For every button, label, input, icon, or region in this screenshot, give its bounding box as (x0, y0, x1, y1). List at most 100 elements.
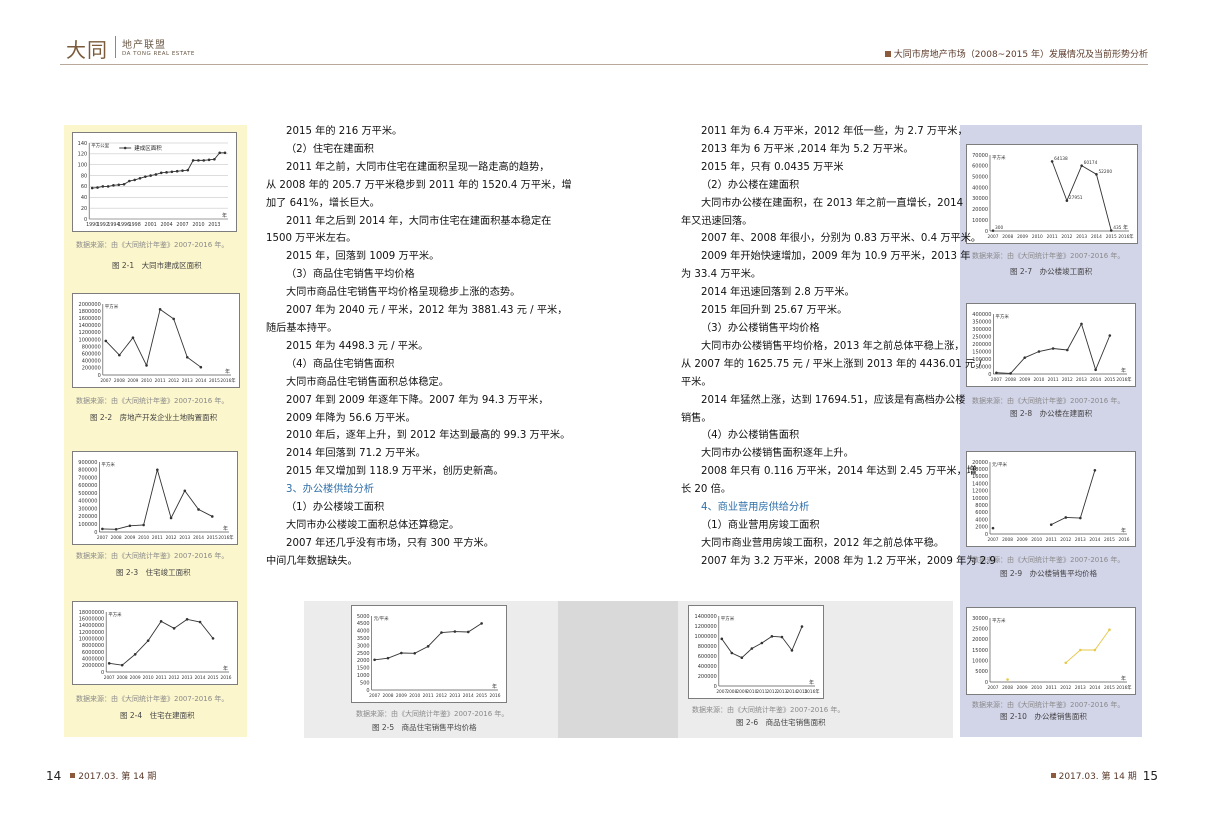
y-tick-label: 60 (81, 184, 87, 190)
data-point (770, 635, 774, 638)
text-line: （2）住宅在建面积 (286, 143, 374, 155)
y-tick-label: 200000 (82, 366, 101, 372)
x-tick-label: 2012 (169, 675, 180, 681)
y-tick-label: 5000 (357, 614, 370, 620)
x-tick-label: 2009 (396, 693, 407, 699)
data-point (131, 336, 135, 340)
data-point (1064, 516, 1068, 519)
data-point (120, 663, 124, 667)
x-axis-unit-label: 年 (1121, 527, 1126, 534)
y-tick-label: 10000 (972, 658, 988, 664)
figure-source-note: 数据来源：由《大同统计年鉴》2007-2016 年。 (76, 241, 229, 249)
y-tick-label: 140 (78, 141, 88, 147)
y-tick-label: 800000 (82, 344, 101, 350)
text-line: 2015 年又增加到 118.9 万平米，创历史新高。 (286, 466, 504, 478)
x-tick-label: 2014 (193, 535, 204, 541)
text-line: （1）办公楼竣工面积 (286, 502, 385, 514)
logo-divider (115, 36, 116, 58)
running-header-text: 大同市房地产市场（2008~2015 年）发展情况及当前形势分析 (893, 50, 1148, 60)
data-point (218, 151, 221, 155)
data-label: 300 (995, 225, 1003, 231)
y-tick-label: 0 (985, 680, 988, 686)
figure-source-note: 数据来源：由《大同统计年鉴》2007-2016 年。 (76, 552, 229, 560)
data-point (199, 365, 203, 369)
x-tick-label: 2014 (1091, 234, 1102, 240)
x-tick-label: 2011 (1048, 377, 1059, 383)
y-tick-label: 4500 (357, 621, 370, 627)
x-tick-label: 2013 (1075, 537, 1086, 543)
text-line: 2007 年到 2009 年逐年下降。2007 年为 94.3 万平米， (286, 394, 549, 406)
x-tick-label: 2013 (182, 378, 193, 384)
y-tick-label: 15000 (972, 648, 988, 654)
y-tick-label: 120 (78, 152, 88, 158)
running-header: 大同市房地产市场（2008~2015 年）发展情况及当前形势分析 (884, 47, 1148, 60)
x-tick-label: 2014 (195, 675, 206, 681)
data-point (1023, 356, 1027, 359)
x-tick-label: 2004 (160, 222, 172, 228)
y-tick-label: 6000000 (82, 650, 104, 656)
y-tick-label: 1600000 (79, 316, 101, 322)
x-tick-label: 2010 (138, 535, 149, 541)
data-point (1037, 350, 1041, 353)
figure-caption: 图 2-10 办公楼销售面积 (1000, 712, 1087, 721)
x-tick-label: 2013 (449, 693, 460, 699)
data-point (154, 173, 158, 176)
chart-land-purchase-area: 0200000400000600000800000100000012000001… (79, 302, 237, 384)
data-point (144, 175, 147, 178)
data-point (145, 364, 148, 367)
x-tick-label: 2012 (166, 535, 177, 541)
data-point (780, 635, 784, 639)
data-point (790, 649, 794, 652)
x-tick-label: 2010 (143, 675, 154, 681)
x-tick-label: 2010 (409, 693, 420, 699)
x-tick-label: 2011 (156, 675, 167, 681)
chart-office-sales-area: 050001000015000200002500030000 平方米年2007 20… (972, 616, 1132, 691)
x-tick-label: 2012 (168, 378, 179, 384)
data-point (800, 625, 804, 628)
y-tick-label: 0 (98, 373, 101, 379)
text-line: 大同市办公楼销售面积逐年上升。 (701, 448, 854, 460)
data-point (453, 630, 457, 633)
data-point (104, 339, 108, 343)
data-point (118, 353, 121, 357)
text-line: 2013 年为 6 万平米 ,2014 年为 5.2 万平米。 (701, 143, 914, 155)
data-point (1079, 516, 1082, 520)
figure-source-note: 数据来源：由《大同统计年鉴》2007-2016 年。 (76, 695, 229, 703)
x-tick-label: 2011 (1046, 685, 1057, 691)
x-tick-label: 2016 (221, 675, 232, 681)
x-tick-label: 2009 (124, 535, 135, 541)
text-line: 2015 年，回落到 1009 万平米。 (286, 251, 440, 263)
text-line: 2011 年为 6.4 万平米，2012 年低一些，为 2.7 万平米， (701, 126, 968, 137)
x-tick-label: 2015 (1104, 685, 1115, 691)
y-axis-unit-label: 平方米 (995, 313, 1009, 320)
x-tick-label: 2016年 (1118, 233, 1134, 240)
x-tick-label: 2001 (145, 222, 157, 228)
x-tick-label: 2009 (1019, 377, 1030, 383)
text-line: 2015 年的 216 万平米。 (286, 126, 403, 137)
data-point (740, 656, 744, 659)
data-point (156, 468, 159, 472)
series-line (1051, 470, 1096, 526)
data-point (122, 182, 126, 186)
data-point (1064, 661, 1068, 665)
text-line: 2015 年为 4498.3 元 / 平米。 (286, 340, 429, 352)
data-point (1080, 164, 1083, 167)
series-line (1065, 629, 1110, 664)
text-line: 2014 年迅速回落到 2.8 万平米。 (701, 287, 855, 299)
y-tick-label: 800000 (698, 644, 717, 650)
x-tick-label: 2009 (1017, 537, 1028, 543)
text-line: 2007 年还几乎没有市场，只有 300 平方米。 (286, 537, 494, 549)
x-axis-unit-label: 年 (1121, 675, 1126, 682)
figure-caption: 图 2-6 商品住宅销售面积 (736, 718, 826, 727)
y-tick-label: 1500 (357, 666, 370, 672)
x-tick-label: 2013 (179, 535, 190, 541)
data-point (1095, 173, 1098, 176)
left-page-footer: 14 2017.03. 第 14 期 (40, 769, 156, 783)
data-point (159, 620, 163, 623)
x-tick-label: 2012 (1062, 377, 1073, 383)
text-line: 2015 年，只有 0.0435 万平米 (701, 161, 844, 173)
y-tick-label: 0 (366, 688, 369, 694)
y-tick-label: 18000000 (79, 610, 104, 616)
text-line: 随后基本持平。 (266, 322, 338, 334)
page-number: 14 (46, 769, 62, 783)
